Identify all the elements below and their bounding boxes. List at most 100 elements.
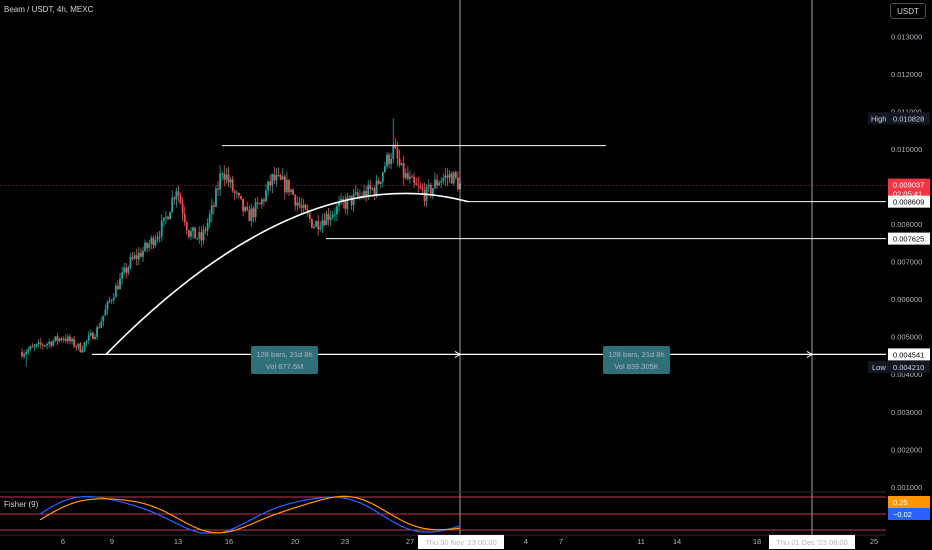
candle-body — [450, 173, 453, 184]
time-axis: 6 9 13 16 20 23 27 4 7 11 14 18 25 Thu 30 Nov '23 00:… — [0, 534, 886, 549]
candle-body — [62, 338, 65, 340]
candle-body — [108, 300, 111, 302]
candle-body — [192, 227, 194, 232]
candle-body — [333, 214, 336, 216]
price-tick-label: 0.006000 — [891, 295, 922, 304]
candle-body — [131, 256, 134, 259]
candle-body — [429, 184, 432, 195]
candle-body — [71, 338, 73, 342]
candle-body — [146, 242, 149, 248]
candle-body — [415, 183, 418, 185]
candle-body — [283, 176, 286, 193]
candle-body — [25, 352, 28, 354]
candle-body — [321, 220, 324, 228]
candle-body — [329, 217, 332, 220]
candle-body — [69, 336, 71, 342]
candle-body — [89, 332, 92, 336]
candle-body — [210, 205, 213, 215]
candle-body — [248, 210, 251, 222]
candle-body — [98, 327, 101, 329]
chart-canvas[interactable]: 128 bars, 21d 8h Vol 877.5M 128 bars, 21d … — [0, 0, 932, 550]
fisher-line — [39, 495, 461, 534]
fisher-trigger-line — [39, 495, 461, 534]
current-price-value: 0.009037 — [893, 181, 924, 190]
time-tick-label: 25 — [870, 537, 878, 546]
time-tick-label: 23 — [341, 537, 349, 546]
time-tick-label: 14 — [673, 537, 681, 546]
candle-body — [348, 195, 351, 197]
candle-body — [94, 336, 96, 340]
candle-body — [285, 179, 288, 193]
measure-volume-label: Vol 839.305K — [614, 362, 659, 371]
candle-body — [208, 214, 211, 223]
candle-body — [296, 202, 299, 206]
candle-body — [217, 188, 219, 190]
candle-body — [133, 255, 136, 259]
candle-body — [190, 231, 192, 237]
candle-body — [123, 267, 126, 273]
candle-body — [27, 349, 30, 353]
candle-body — [48, 341, 51, 344]
candle-body — [129, 256, 132, 268]
candle-body — [100, 321, 103, 328]
support-tag: 0.007625 — [893, 235, 924, 244]
candle-body — [396, 148, 399, 159]
chart-title: Beam / USDT, 4h, MEXC — [4, 5, 94, 14]
drawings-layer: 128 bars, 21d 8h Vol 877.5M 128 bars, 21d … — [0, 0, 932, 535]
price-tick-label: 0.003000 — [891, 408, 922, 417]
candle-body — [413, 176, 416, 184]
candle-body — [165, 216, 167, 218]
candle-body — [202, 229, 205, 241]
candle-body — [431, 188, 434, 195]
measure-bars-label: 128 bars, 21d 8h — [256, 350, 312, 359]
high-label: High — [871, 114, 886, 123]
candle-body — [121, 272, 124, 279]
candle-body — [154, 240, 157, 246]
candle-body — [75, 346, 78, 348]
high-value-tag: 0.010828 — [893, 114, 924, 123]
fisher-value-1: 0.25 — [893, 498, 908, 507]
time-tick-label: 11 — [637, 537, 645, 546]
candle-body — [438, 182, 441, 186]
fisher-value-2: −0.02 — [893, 510, 912, 519]
time-tick-label: 7 — [559, 537, 563, 546]
candle-body — [50, 341, 53, 346]
candle-body — [221, 173, 224, 175]
price-tick-label: 0.010000 — [891, 145, 922, 154]
fisher-indicator-pane — [0, 491, 886, 534]
candle-body — [279, 175, 282, 180]
candle-body — [354, 192, 357, 195]
measure-bars-label: 128 bars, 21d 8h — [608, 350, 664, 359]
candle-body — [308, 213, 311, 219]
time-tick-label: 9 — [110, 537, 114, 546]
candle-body — [325, 213, 328, 225]
candle-body — [315, 221, 317, 227]
candle-body — [258, 203, 261, 205]
candle-body — [169, 212, 171, 220]
currency-button[interactable]: USDT — [890, 3, 926, 19]
candle-body — [275, 175, 278, 181]
candle-body — [156, 236, 159, 241]
candle-body — [386, 154, 388, 167]
candle-body — [23, 353, 25, 357]
candle-body — [60, 338, 63, 340]
candle-body — [181, 203, 184, 214]
candle-body — [206, 222, 209, 231]
candle-body — [58, 338, 61, 341]
price-tick-label: 0.008000 — [891, 220, 922, 229]
candle-body — [235, 192, 238, 194]
candle-body — [304, 204, 307, 210]
candle-body — [327, 213, 330, 220]
candle-body — [102, 315, 105, 322]
candle-body — [448, 173, 451, 178]
parabolic-curve[interactable] — [105, 192, 469, 355]
candle-body — [288, 179, 290, 193]
candle-body — [331, 214, 334, 218]
candle-body — [336, 206, 338, 215]
candle-body — [406, 173, 409, 179]
candle-body — [148, 243, 151, 248]
candle-body — [29, 346, 32, 350]
candle-body — [290, 189, 292, 193]
candle-body — [125, 267, 128, 273]
candle-body — [436, 179, 438, 186]
